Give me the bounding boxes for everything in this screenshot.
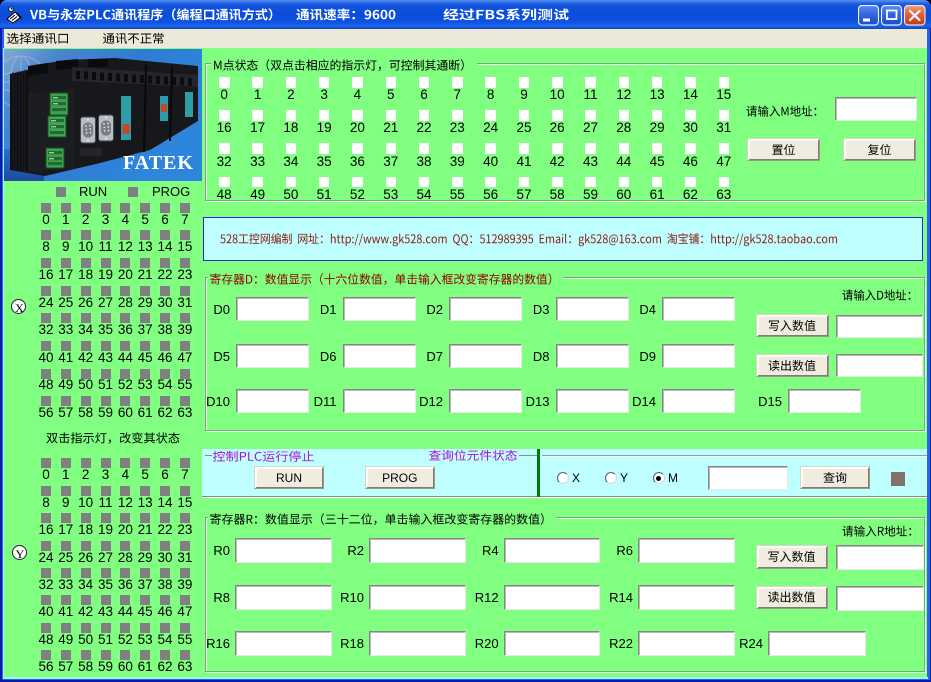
svg-text:FATEK: FATEK (123, 152, 194, 174)
